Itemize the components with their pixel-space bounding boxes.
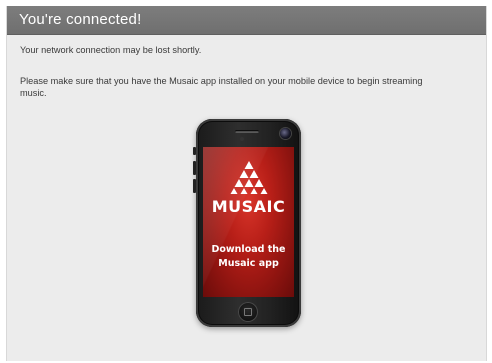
download-line-2: Musaic app [218, 258, 279, 269]
musaic-brand-text: MUSAIC [211, 197, 286, 216]
header-bar: You're connected! [7, 6, 486, 35]
musaic-logo-icon [230, 161, 268, 194]
page-title: You're connected! [19, 11, 142, 28]
phone-volume-up [193, 161, 196, 175]
phone-screen: MUSAIC Download the Musaic app [203, 147, 294, 297]
phone-volume-down [193, 179, 196, 193]
phone-illustration[interactable]: MUSAIC Download the Musaic app [193, 119, 301, 327]
download-app-text: Download the Musaic app [203, 243, 294, 271]
connection-warning-text: Your network connection may be lost shor… [20, 45, 202, 55]
phone-sensor [240, 137, 244, 141]
install-instruction-text: Please make sure that you have the Musai… [20, 76, 423, 98]
phone-mute-switch [193, 147, 196, 155]
connected-panel: You're connected! Your network connectio… [6, 6, 487, 361]
download-line-1: Download the [211, 244, 286, 255]
phone-home-button [238, 302, 258, 322]
phone-camera-icon [280, 128, 291, 139]
phone-earpiece [235, 130, 259, 133]
